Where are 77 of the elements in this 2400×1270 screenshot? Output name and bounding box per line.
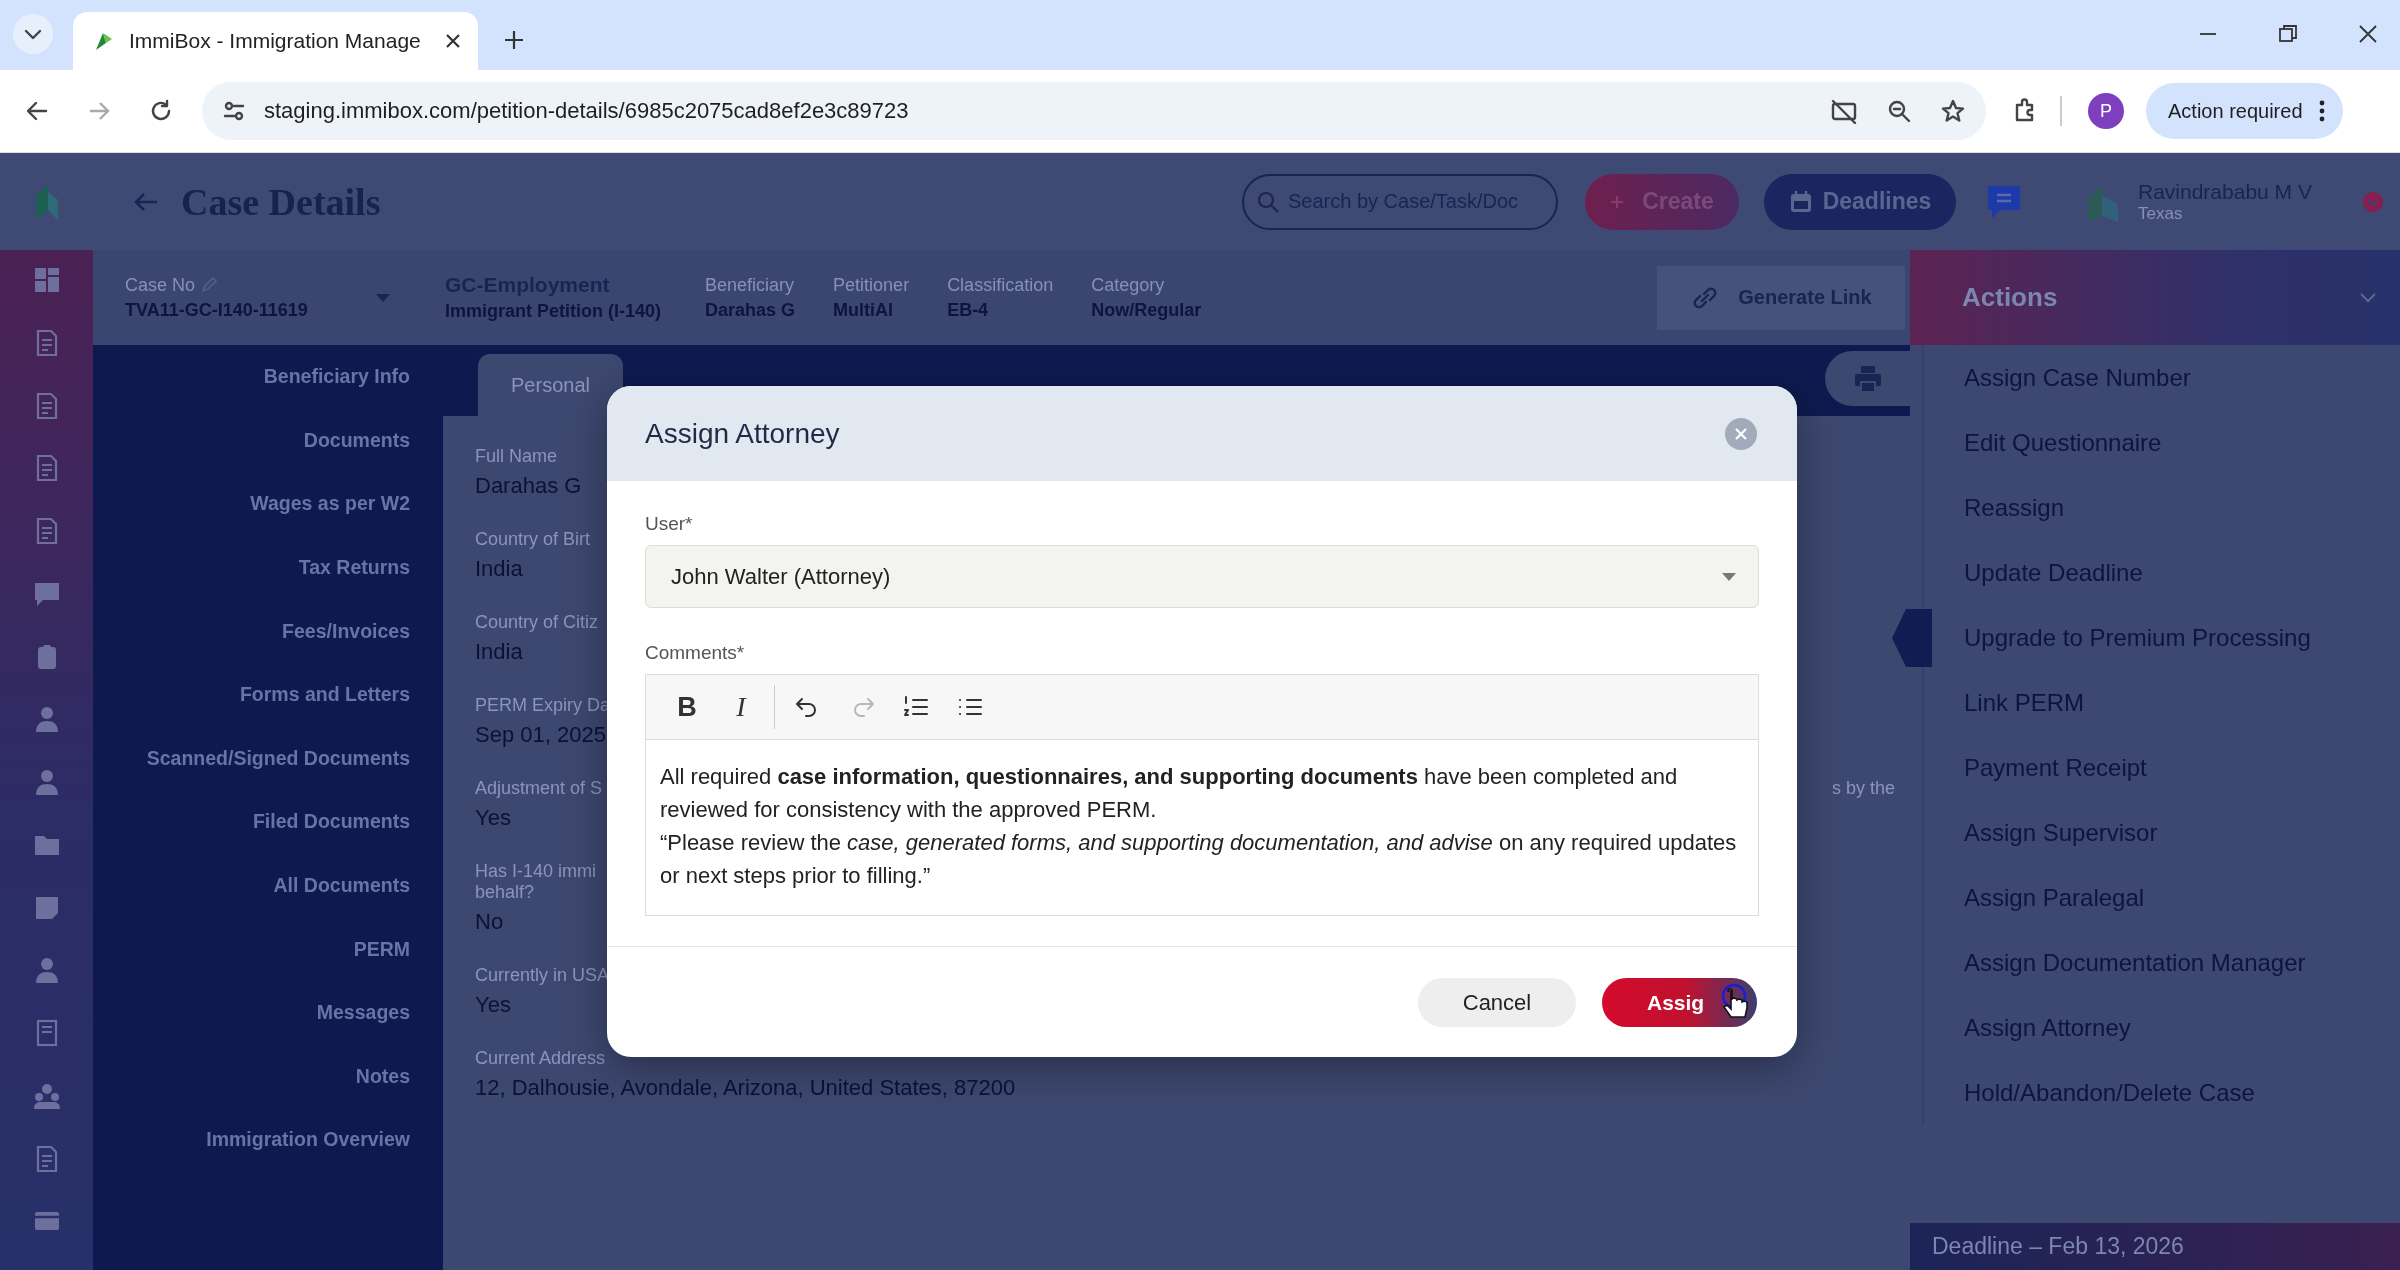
- field-label: s by the: [1831, 778, 1895, 799]
- nav-item[interactable]: Fees/Invoices: [282, 599, 410, 663]
- browser-tab[interactable]: ImmiBox - Immigration Manage: [73, 12, 478, 70]
- print-button[interactable]: [1825, 351, 1910, 406]
- tab[interactable]: Personal: [478, 354, 623, 416]
- field-label: Petitioner: [833, 274, 910, 296]
- camera-off-icon[interactable]: [1830, 98, 1858, 124]
- caret-icon: [1722, 572, 1736, 581]
- field-value: Sep 01, 2025: [475, 722, 606, 748]
- tab-list-button[interactable]: [11, 12, 55, 56]
- user-location: Texas: [2138, 203, 2184, 224]
- grid-icon[interactable]: [32, 266, 61, 294]
- nav-item[interactable]: Immigration Overview: [206, 1108, 410, 1172]
- tab-title: ImmiBox - Immigration Manage: [129, 29, 422, 53]
- deadline-banner: Deadline – Feb 13, 2026: [1910, 1223, 2400, 1270]
- profile-avatar[interactable]: P: [2088, 93, 2124, 129]
- assign-button[interactable]: Assig: [1602, 978, 1757, 1027]
- field-label: Full Name: [475, 446, 558, 467]
- cancel-button[interactable]: Cancel: [1418, 978, 1576, 1027]
- nav-item[interactable]: Messages: [316, 980, 410, 1045]
- site-settings-icon[interactable]: [222, 99, 246, 123]
- field-label: Country of Citiz: [475, 612, 599, 633]
- nav-item[interactable]: Forms and Letters: [239, 662, 410, 727]
- italic-button[interactable]: I: [714, 691, 768, 723]
- nav-item[interactable]: Tax Returns: [298, 535, 410, 600]
- printer-icon: [1852, 364, 1883, 393]
- restore-icon[interactable]: [2278, 24, 2298, 44]
- nav-item[interactable]: All Documents: [273, 853, 410, 918]
- nav-item[interactable]: Filed Documents: [252, 790, 410, 854]
- field-label: Category: [1091, 274, 1166, 296]
- field-value: India: [475, 639, 523, 665]
- plus-icon: [1610, 194, 1625, 209]
- calendar-icon: [1788, 189, 1813, 214]
- search-icon: [1256, 189, 1280, 214]
- chevron-icon[interactable]: [2360, 292, 2376, 303]
- deadlines-button[interactable]: Deadlines: [1764, 173, 1956, 230]
- nav-item[interactable]: Notes: [355, 1044, 410, 1109]
- pencil-icon[interactable]: [201, 277, 218, 293]
- star-icon[interactable]: [1940, 98, 1966, 124]
- close-icon[interactable]: [2358, 24, 2378, 44]
- field-label: Current Address: [475, 1048, 606, 1069]
- nav-item[interactable]: Documents: [303, 408, 410, 473]
- panel-title: Actions: [1962, 282, 2058, 313]
- field-label: Comments*: [645, 642, 746, 664]
- field-label: Case No: [125, 274, 196, 296]
- zoom-icon[interactable]: [1886, 98, 1912, 124]
- field-label: Currently in USA: [475, 965, 610, 986]
- field-label: Beneficiary: [705, 274, 796, 296]
- bold-button[interactable]: B: [660, 691, 714, 723]
- caret-icon[interactable]: [375, 292, 391, 303]
- nav-item[interactable]: Wages as per W2: [250, 472, 410, 536]
- comments-editor[interactable]: [645, 674, 1759, 916]
- back-arrow-icon[interactable]: [133, 190, 159, 213]
- nav-item[interactable]: Scanned/Signed Documents: [146, 726, 410, 791]
- field-value: No: [475, 909, 504, 935]
- panel-handle[interactable]: [1892, 609, 1932, 667]
- more-icon: [2318, 100, 2325, 122]
- address-bar[interactable]: staging.immibox.com/petition-details/6985c2075cad8ef2e3c89723: [202, 82, 1986, 140]
- field-value: India: [475, 556, 523, 582]
- field-label: User*: [645, 513, 694, 535]
- field-label: Adjustment of S: [475, 778, 603, 799]
- dialog-title: Assign Attorney: [645, 417, 840, 450]
- field-value: Darahas G: [475, 473, 582, 499]
- nav-item[interactable]: PERM: [353, 917, 410, 981]
- new-tab-icon[interactable]: [502, 28, 526, 52]
- field-value: Yes: [475, 805, 511, 831]
- field-label: Has I-140 immi behalf?: [475, 861, 597, 903]
- comment-paragraph: “Please review the case, generated forms, and supporting documentation, and advise on any required updates or next steps prior to filling.”: [660, 829, 1738, 890]
- field-label: Country of Birt: [475, 529, 591, 550]
- user-dropdown[interactable]: John Walter (Attorney): [645, 545, 1759, 608]
- field-value: Yes: [475, 992, 511, 1018]
- nav-item[interactable]: Beneficiary Info: [263, 345, 410, 409]
- field-label: Classification: [947, 274, 1054, 296]
- people-icon[interactable]: [32, 1081, 61, 1110]
- comment-paragraph: All required case information, questionnaires, and supporting documents have been completed and reviewed for consistency with the approved PERM.: [660, 763, 1679, 824]
- close-icon[interactable]: [444, 32, 462, 50]
- action-required-button[interactable]: Action required: [2146, 83, 2343, 139]
